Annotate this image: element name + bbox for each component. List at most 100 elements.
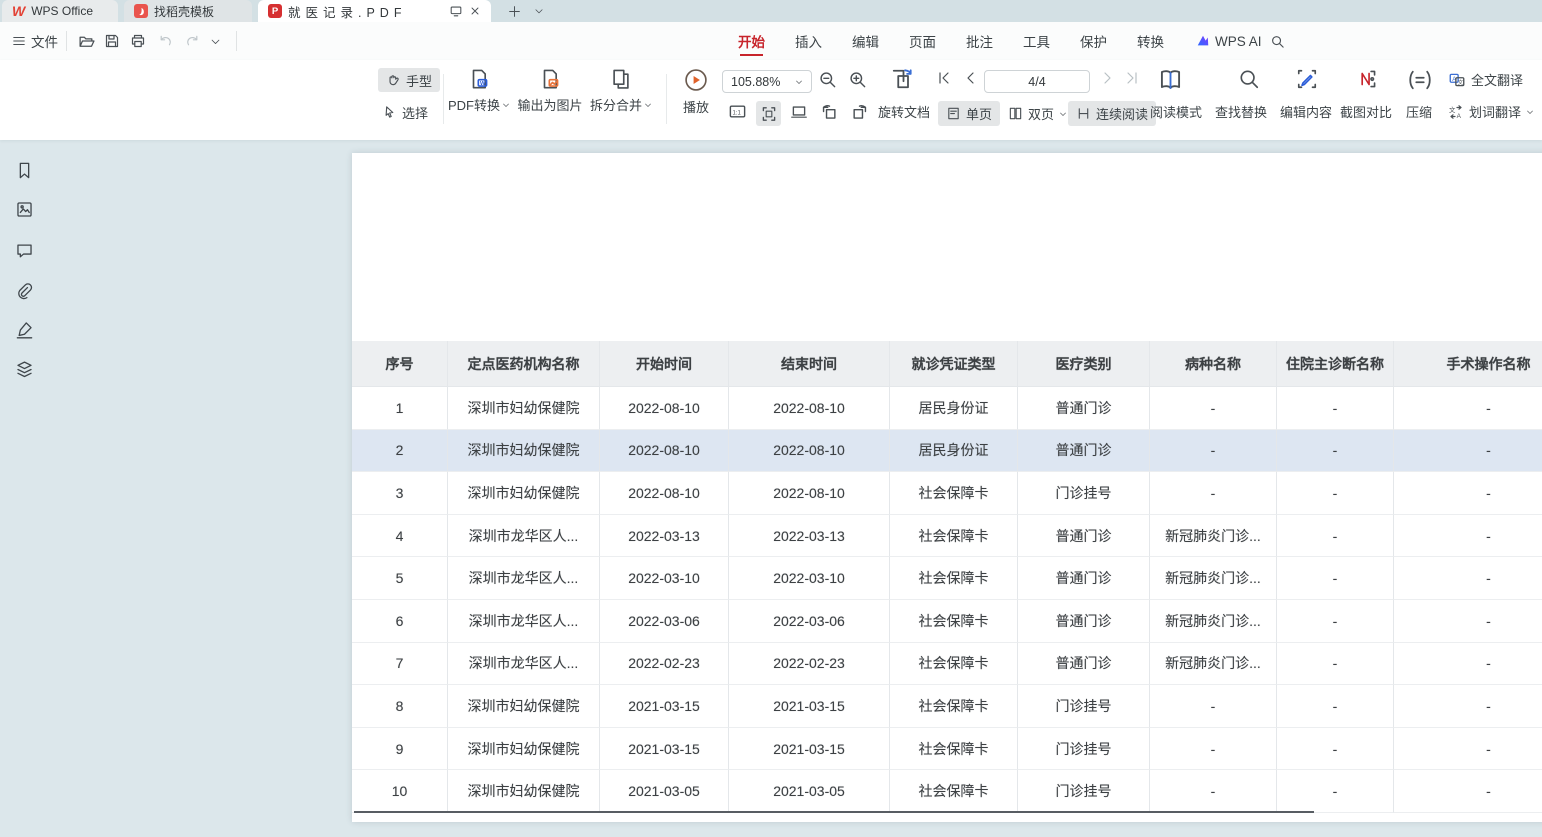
close-tab-icon[interactable] <box>469 5 481 17</box>
next-page-icon[interactable] <box>1100 70 1116 86</box>
table-cell: - <box>1277 728 1394 771</box>
zoom-level-select[interactable]: 105.88% <box>722 70 812 93</box>
menu-tab-tools[interactable]: 工具 <box>1023 22 1050 60</box>
tab-label: WPS Office <box>31 4 93 18</box>
table-cell: 门诊挂号 <box>1018 685 1150 728</box>
redo-icon[interactable] <box>184 22 200 60</box>
split-merge-icon <box>610 68 632 90</box>
table-cell: 2022-03-10 <box>729 557 890 600</box>
split-merge-button[interactable]: 拆分合并 <box>588 68 654 114</box>
zoom-out-icon[interactable] <box>818 70 837 89</box>
hand-tool-button[interactable]: 手型 <box>378 68 440 92</box>
actual-size-button[interactable]: 1:1 <box>728 102 747 121</box>
table-cell: 新冠肺炎门诊... <box>1150 515 1277 558</box>
pdf-convert-button[interactable]: W PDF转换 <box>446 68 512 114</box>
fit-width-button[interactable] <box>756 101 781 126</box>
edit-content-icon[interactable] <box>1296 68 1318 90</box>
find-replace-icon[interactable] <box>1238 68 1260 90</box>
layers-icon[interactable] <box>12 357 36 381</box>
rotate-doc-button[interactable]: 旋转文档 <box>878 102 930 121</box>
pdf-page: 序号定点医药机构名称开始时间结束时间就诊凭证类型医疗类别病种名称住院主诊断名称手… <box>352 153 1542 822</box>
screenshot-compare-icon[interactable] <box>1356 68 1378 90</box>
search-icon[interactable] <box>1270 22 1285 60</box>
table-row: 8深圳市妇幼保健院2021-03-152021-03-15社会保障卡门诊挂号--… <box>352 685 1542 728</box>
table-cell: 门诊挂号 <box>1018 728 1150 771</box>
compress-button[interactable]: 压缩 <box>1406 102 1432 121</box>
table-cell: - <box>1394 387 1542 430</box>
table-cell: 4 <box>352 515 448 558</box>
word-translation-icon: 文A <box>1448 104 1464 120</box>
continuous-reading-button[interactable]: 连续阅读 <box>1068 101 1156 126</box>
table-cell: - <box>1394 770 1542 813</box>
reading-mode-button[interactable]: 阅读模式 <box>1150 102 1202 121</box>
print-icon[interactable] <box>130 22 146 60</box>
column-header: 住院主诊断名称 <box>1277 341 1394 387</box>
tab-docer-templates[interactable]: 找稻壳模板 <box>124 0 252 22</box>
hamburger-icon <box>12 34 26 48</box>
column-header: 病种名称 <box>1150 341 1277 387</box>
tab-document-active[interactable]: P 就医记录.PDF <box>258 0 491 22</box>
new-tab-icon[interactable] <box>503 0 525 22</box>
read-mode-icon[interactable] <box>1158 67 1183 92</box>
monitor-icon[interactable] <box>449 4 463 18</box>
zoom-in-icon[interactable] <box>848 70 867 89</box>
rotate-left-icon[interactable] <box>820 102 839 121</box>
svg-text:文: 文 <box>1457 78 1463 86</box>
open-file-icon[interactable] <box>78 22 95 60</box>
table-cell: 2022-03-13 <box>600 515 729 558</box>
table-cell: - <box>1277 387 1394 430</box>
table-cell: 社会保障卡 <box>890 770 1018 813</box>
attachment-icon[interactable] <box>12 278 36 302</box>
find-replace-button[interactable]: 查找替换 <box>1215 102 1267 121</box>
undo-icon[interactable] <box>158 22 174 60</box>
screenshot-compare-button[interactable]: 截图对比 <box>1340 102 1392 121</box>
play-button[interactable]: 播放 <box>676 68 716 116</box>
first-page-icon[interactable] <box>936 70 952 86</box>
comment-icon[interactable] <box>12 238 36 262</box>
svg-text:1:1: 1:1 <box>733 110 741 116</box>
menu-tab-convert[interactable]: 转换 <box>1137 22 1164 60</box>
divider <box>666 74 667 124</box>
full-translation-button[interactable]: A文 全文翻译 <box>1448 70 1523 89</box>
table-cell: 2022-08-10 <box>600 472 729 515</box>
more-actions-chevron-icon[interactable] <box>210 22 221 60</box>
chevron-down-icon <box>1059 110 1067 118</box>
menu-tab-page[interactable]: 页面 <box>909 22 936 60</box>
table-cell: - <box>1394 728 1542 771</box>
table-cell: 2021-03-15 <box>729 728 890 771</box>
page-number-input[interactable]: 4/4 <box>984 70 1090 93</box>
bookmark-icon[interactable] <box>12 158 36 182</box>
word-translation-button[interactable]: 文A 划词翻译 <box>1448 102 1534 121</box>
select-tool-button[interactable]: 选择 <box>382 100 428 124</box>
export-image-button[interactable]: 输出为图片 <box>515 68 585 114</box>
menu-tab-insert[interactable]: 插入 <box>795 22 822 60</box>
fit-page-button[interactable] <box>790 102 808 120</box>
wps-ai-button[interactable]: WPS AI <box>1196 22 1262 60</box>
table-cell: 6 <box>352 600 448 643</box>
thumbnail-icon[interactable] <box>12 197 36 221</box>
signature-icon[interactable] <box>12 317 36 341</box>
save-icon[interactable] <box>104 22 120 60</box>
menu-tab-protect[interactable]: 保护 <box>1080 22 1107 60</box>
compress-icon[interactable] <box>1408 68 1432 92</box>
menu-tab-annotate[interactable]: 批注 <box>966 22 993 60</box>
rotate-right-icon[interactable] <box>850 102 869 121</box>
table-cell: 社会保障卡 <box>890 557 1018 600</box>
column-header: 定点医药机构名称 <box>448 341 600 387</box>
table-cell: 普通门诊 <box>1018 600 1150 643</box>
rotate-pages-icon[interactable] <box>890 67 914 91</box>
table-cell: - <box>1150 387 1277 430</box>
previous-page-icon[interactable] <box>962 70 978 86</box>
file-menu[interactable]: 文件 <box>12 22 58 60</box>
double-page-button[interactable]: 双页 <box>1008 101 1067 126</box>
table-cell: - <box>1277 515 1394 558</box>
tab-list-chevron-icon[interactable] <box>528 0 550 22</box>
tab-wps-office[interactable]: W WPS Office <box>2 0 118 22</box>
last-page-icon[interactable] <box>1124 70 1140 86</box>
divider <box>66 31 67 51</box>
menu-tab-home[interactable]: 开始 <box>738 22 765 60</box>
table-cell: 深圳市妇幼保健院 <box>448 472 600 515</box>
single-page-button[interactable]: 单页 <box>938 101 1000 126</box>
menu-tab-edit[interactable]: 编辑 <box>852 22 879 60</box>
edit-content-button[interactable]: 编辑内容 <box>1280 102 1332 121</box>
